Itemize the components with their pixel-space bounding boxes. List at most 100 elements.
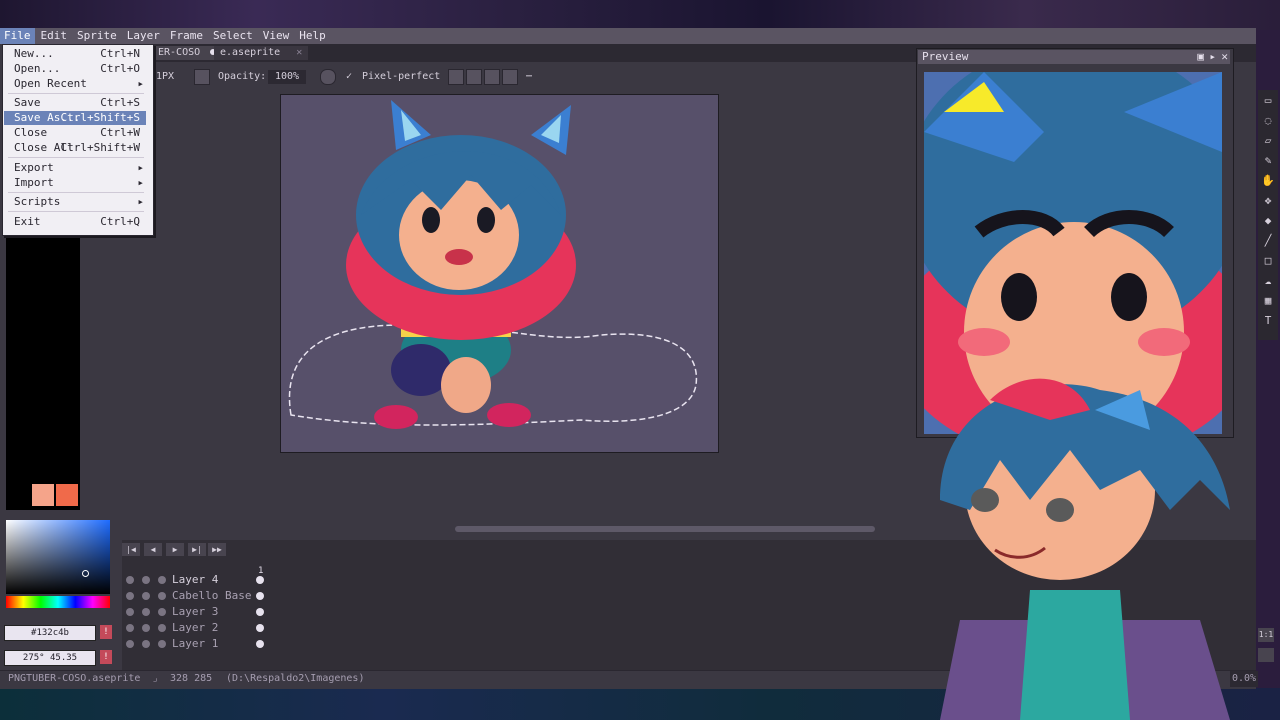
menu-sprite[interactable]: Sprite [73, 28, 121, 44]
symmetry-both-icon[interactable] [502, 69, 518, 85]
timeline-options-button[interactable] [1258, 648, 1274, 662]
line-tool-icon[interactable]: ╱ [1261, 234, 1275, 248]
palette-swatch[interactable] [32, 484, 54, 506]
menu-view[interactable]: View [259, 28, 294, 44]
layer-row[interactable]: Cabello Base [122, 588, 272, 604]
marquee-tool-icon[interactable]: ▭ [1261, 94, 1275, 108]
menu-item-close-all[interactable]: Close All Ctrl+Shift+W [4, 141, 146, 155]
symmetry-horizontal-icon[interactable] [466, 69, 482, 85]
layer-row[interactable]: Layer 2 [122, 620, 272, 636]
more-options-icon[interactable]: ⋯ [526, 70, 532, 84]
move-tool-icon[interactable]: ✥ [1261, 194, 1275, 208]
palette-swatch[interactable] [56, 484, 78, 506]
eye-icon[interactable] [126, 576, 134, 584]
menu-item-open[interactable]: Open... Ctrl+O [4, 62, 146, 76]
desktop-wallpaper-top [0, 0, 1280, 30]
cel-dot[interactable] [256, 576, 264, 584]
contour-tool-icon[interactable]: ▦ [1261, 294, 1275, 308]
menu-item-open-recent[interactable]: Open Recent ▸ [4, 77, 146, 91]
ink-icon[interactable] [320, 69, 336, 85]
hand-tool-icon[interactable]: ✋ [1261, 174, 1275, 188]
eye-icon[interactable] [126, 608, 134, 616]
previous-frame-button[interactable]: ◀ [144, 543, 162, 556]
first-frame-button[interactable]: |◀ [122, 543, 140, 556]
menu-item-exit[interactable]: Exit Ctrl+Q [4, 215, 146, 229]
menu-item-new[interactable]: New... Ctrl+N [4, 47, 146, 61]
horizontal-scrollbar[interactable] [455, 526, 875, 532]
tab-active-document[interactable]: ER-COSO [152, 46, 223, 60]
submenu-arrow-icon: ▸ [137, 77, 144, 90]
close-icon[interactable]: ✕ [1221, 50, 1228, 64]
submenu-arrow-icon: ▸ [137, 176, 144, 189]
menu-file[interactable]: File [0, 28, 35, 44]
next-frame-button[interactable]: ▶| [188, 543, 206, 556]
zoom-1-1-button[interactable]: 1:1 [1258, 628, 1274, 642]
sprite-canvas[interactable] [280, 94, 719, 453]
menu-help[interactable]: Help [295, 28, 330, 44]
close-icon[interactable]: ✕ [296, 47, 302, 58]
rectangle-tool-icon[interactable]: □ [1261, 254, 1275, 268]
opacity-input[interactable]: 100% [268, 70, 306, 84]
symmetry-icon[interactable] [448, 69, 464, 85]
color-warning-icon[interactable]: ! [100, 650, 112, 664]
cel-dot[interactable] [256, 624, 264, 632]
link-icon[interactable] [158, 624, 166, 632]
tab-label: e.aseprite [220, 47, 281, 58]
palette-grid[interactable] [6, 228, 80, 510]
layer-row[interactable]: Layer 4 [122, 572, 272, 588]
hue-slider[interactable] [6, 596, 110, 608]
eraser-tool-icon[interactable]: ▱ [1261, 134, 1275, 148]
color-saturation-box[interactable] [6, 520, 110, 594]
eye-icon[interactable] [126, 592, 134, 600]
paint-bucket-icon[interactable]: ◆ [1261, 214, 1275, 228]
layer-row[interactable]: Layer 1 [122, 636, 272, 652]
layer-row[interactable]: Layer 3 [122, 604, 272, 620]
link-icon[interactable] [158, 576, 166, 584]
symmetry-vertical-icon[interactable] [484, 69, 500, 85]
preview-mode-icon[interactable]: ▣ [1197, 50, 1204, 64]
eye-icon[interactable] [126, 640, 134, 648]
menu-frame[interactable]: Frame [166, 28, 207, 44]
cel-dot[interactable] [256, 608, 264, 616]
last-frame-button[interactable]: ▶▶ [208, 543, 226, 556]
link-icon[interactable] [158, 608, 166, 616]
lock-icon[interactable] [142, 608, 150, 616]
menu-select[interactable]: Select [209, 28, 257, 44]
menu-item-close[interactable]: Close Ctrl+W [4, 126, 146, 140]
pixel-perfect-checkbox[interactable]: ✓ [346, 70, 352, 84]
pencil-tool-icon[interactable]: ✎ [1261, 154, 1275, 168]
lock-icon[interactable] [142, 576, 150, 584]
menu-layer[interactable]: Layer [123, 28, 164, 44]
layer-name: Layer 3 [172, 605, 219, 618]
lock-icon[interactable] [142, 592, 150, 600]
menu-separator [8, 157, 144, 158]
color-picker-handle[interactable] [82, 570, 89, 577]
preview-title: Preview [922, 50, 969, 63]
cel-dot[interactable] [256, 592, 264, 600]
preview-play-icon[interactable]: ▸ [1209, 50, 1216, 64]
menu-edit[interactable]: Edit [37, 28, 72, 44]
status-path: (D:\Respaldo2\Imagenes) [226, 673, 365, 684]
opacity-mode-icon[interactable] [194, 69, 210, 85]
tab-second-document[interactable]: e.aseprite ✕ [214, 46, 309, 60]
menu-item-import[interactable]: Import ▸ [4, 176, 146, 190]
blur-tool-icon[interactable]: ☁ [1261, 274, 1275, 288]
play-button[interactable]: ▶ [166, 543, 184, 556]
lock-icon[interactable] [142, 640, 150, 648]
menu-item-save-as[interactable]: Save As... Ctrl+Shift+S [4, 111, 146, 125]
text-tool-icon[interactable]: T [1261, 314, 1275, 328]
link-icon[interactable] [158, 592, 166, 600]
link-icon[interactable] [158, 640, 166, 648]
lock-icon[interactable] [142, 624, 150, 632]
brush-size-field[interactable]: 1PX [156, 70, 174, 84]
menu-item-export[interactable]: Export ▸ [4, 161, 146, 175]
menu-item-save[interactable]: Save Ctrl+S [4, 96, 146, 110]
color-warning-icon[interactable]: ! [100, 625, 112, 639]
menu-item-scripts[interactable]: Scripts ▸ [4, 195, 146, 209]
lasso-tool-icon[interactable]: ◌ [1261, 114, 1275, 128]
hex-color-field[interactable]: #132c4b [4, 625, 96, 641]
eye-icon[interactable] [126, 624, 134, 632]
cel-dot[interactable] [256, 640, 264, 648]
hsv-color-field[interactable]: 275° 45.35 [4, 650, 96, 666]
preview-title-bar[interactable]: Preview ▣ ▸ ✕ [918, 50, 1230, 64]
